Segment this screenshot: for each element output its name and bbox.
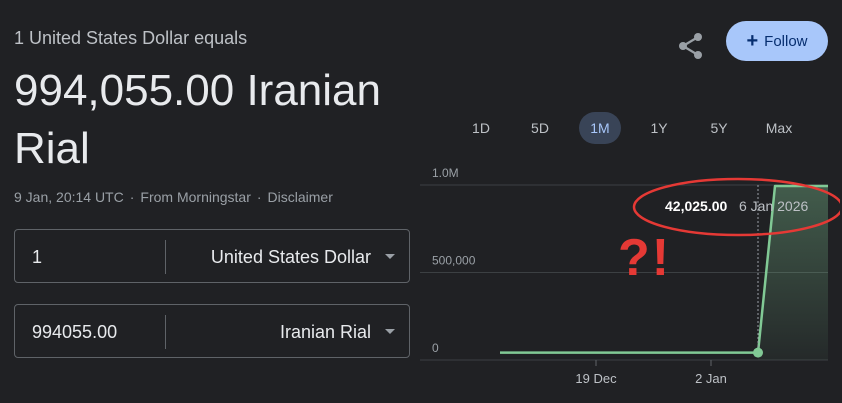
from-currency-select[interactable]: United States Dollar <box>211 230 371 284</box>
dropdown-arrow-icon[interactable] <box>385 254 395 259</box>
converted-amount: 994,055.00 Iranian Rial <box>14 66 381 173</box>
tab-max[interactable]: Max <box>758 112 800 144</box>
divider <box>165 315 166 349</box>
annotation-text: ?! <box>618 229 672 287</box>
y-tick-label: 0 <box>432 341 439 355</box>
from-amount-input[interactable]: 1 <box>32 230 42 284</box>
timestamp: 9 Jan, 20:14 UTC <box>14 189 124 205</box>
y-tick-label: 1.0M <box>432 166 459 180</box>
tab-1d[interactable]: 1D <box>462 112 500 144</box>
from-currency-row: 1 United States Dollar <box>14 229 410 283</box>
tab-1y[interactable]: 1Y <box>640 112 678 144</box>
x-axis-labels: 19 Dec 2 Jan <box>575 360 727 386</box>
conversion-subtitle: 1 United States Dollar equals <box>14 28 248 48</box>
tooltip-date: 6 Jan 2026 <box>739 198 808 214</box>
divider <box>165 240 166 274</box>
separator-dot: · <box>256 189 262 205</box>
y-tick-label: 500,000 <box>432 254 476 268</box>
separator-dot: · <box>129 189 135 205</box>
tooltip-value: 42,025.00 <box>665 198 727 214</box>
to-currency-select[interactable]: Iranian Rial <box>280 305 371 359</box>
to-currency-row: 994055.00 Iranian Rial <box>14 304 410 358</box>
follow-button[interactable]: + Follow <box>726 21 828 61</box>
y-axis-labels: 1.0M 500,000 0 <box>432 166 476 355</box>
plus-icon: + <box>746 30 759 52</box>
tab-5y[interactable]: 5Y <box>700 112 738 144</box>
follow-label: Follow <box>764 32 808 50</box>
tab-5d[interactable]: 5D <box>521 112 559 144</box>
share-icon[interactable] <box>676 31 706 61</box>
dropdown-arrow-icon[interactable] <box>385 329 395 334</box>
disclaimer-link[interactable]: Disclaimer <box>268 189 333 205</box>
x-tick-label: 2 Jan <box>695 371 727 386</box>
range-tabs: 1D 5D 1M 1Y 5Y Max <box>460 112 830 144</box>
to-amount-input[interactable]: 994055.00 <box>32 305 117 359</box>
x-tick-label: 19 Dec <box>575 371 617 386</box>
hover-point <box>753 347 763 358</box>
source: From Morningstar <box>140 189 251 205</box>
meta-line: 9 Jan, 20:14 UTC · From Morningstar · Discla… <box>14 189 333 205</box>
tab-1m[interactable]: 1M <box>579 112 621 144</box>
